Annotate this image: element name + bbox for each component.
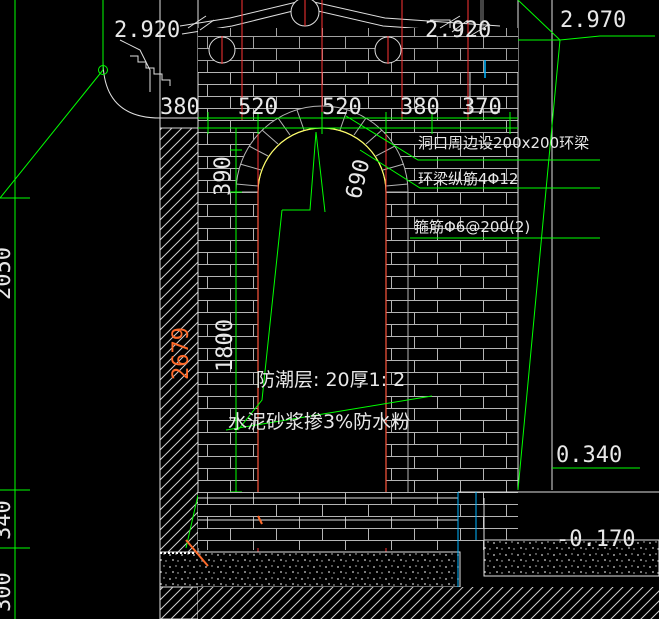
dim-520-right: 520 <box>322 95 362 120</box>
dim-2679: 2679 <box>169 327 194 380</box>
note-longitudinal-bar: 环梁纵筋4Φ12 <box>418 170 518 188</box>
note-ring-beam: 洞口周边设200x200环梁 <box>418 134 589 152</box>
dim-390: 390 <box>211 156 236 196</box>
floor-slab <box>159 491 659 619</box>
dim-340-left: 340 <box>0 500 16 540</box>
dim-380-left: 380 <box>160 95 200 120</box>
dim-300-left: 300 <box>0 572 16 612</box>
dim-520-left: 520 <box>238 95 278 120</box>
dim-1800: 1800 <box>213 319 238 372</box>
elevation-label-top-left: 2.920 <box>114 18 180 43</box>
note-stirrup: 箍筋Φ6@200(2) <box>414 218 530 236</box>
dim-380-right: 380 <box>400 95 440 120</box>
damp-proof-note-line2: 水泥砂浆掺3%防水粉 <box>228 411 410 433</box>
elevation-label-top-mid: 2.920 <box>425 18 491 43</box>
elevation-label-0340: 0.340 <box>556 443 622 468</box>
dim-2050: 2050 <box>0 247 16 300</box>
damp-proof-note-line1: 防潮层: 20厚1: 2 <box>256 369 405 391</box>
cad-drawing-canvas: 2.920 2.920 2.970 380 520 520 380 370 39… <box>0 0 659 619</box>
elevation-label-neg0170: -0.170 <box>556 527 635 552</box>
elevation-label-top-right: 2.970 <box>560 8 626 33</box>
dim-370: 370 <box>462 95 502 120</box>
